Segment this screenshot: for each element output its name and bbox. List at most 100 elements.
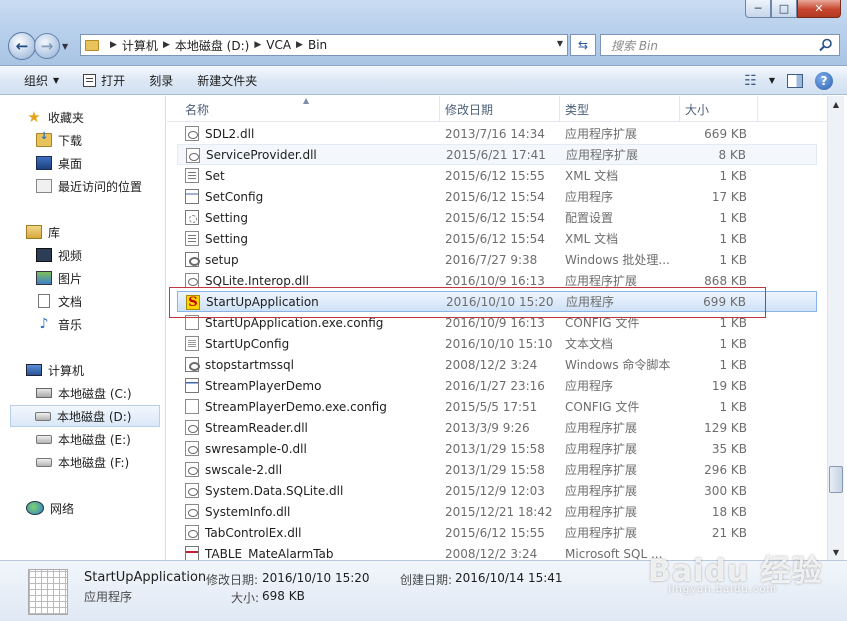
file-row[interactable]: StreamPlayerDemo.exe.config 2015/5/5 17:5…	[177, 396, 817, 417]
address-bar[interactable]: ▶ 计算机 ▶ 本地磁盘 (D:) ▶ VCA ▶ Bin ▼	[80, 34, 568, 56]
forward-button[interactable]: →	[34, 33, 60, 59]
chevron-right-icon[interactable]: ▶	[110, 40, 117, 50]
sidebar-item-label: 桌面	[58, 156, 83, 171]
preview-pane-icon[interactable]	[787, 73, 803, 88]
drive-icon	[36, 434, 52, 444]
sidebar-item-libraries[interactable]: 库	[26, 221, 60, 243]
sidebar-item-drive-d[interactable]: 本地磁盘 (D:)	[10, 405, 160, 427]
file-size: 300 KB	[704, 483, 747, 498]
file-row[interactable]: ServiceProvider.dll 2015/6/21 17:41 应用程序扩展…	[177, 144, 817, 165]
refresh-button[interactable]: ⇆	[570, 34, 596, 56]
vertical-scrollbar[interactable]: ▲ ▼	[827, 96, 844, 560]
breadcrumb-bin[interactable]: Bin	[308, 38, 327, 52]
chevron-right-icon[interactable]: ▶	[163, 40, 170, 50]
file-row[interactable]: TabControlEx.dll 2015/6/12 15:55 应用程序扩展 21 …	[177, 522, 817, 543]
open-button[interactable]: 打开	[71, 66, 137, 95]
back-button[interactable]: ←	[8, 32, 36, 60]
chevron-right-icon[interactable]: ▶	[254, 40, 261, 50]
sidebar-item-downloads[interactable]: 下载	[36, 129, 82, 151]
search-input[interactable]: 搜索 Bin	[600, 34, 840, 56]
burn-button[interactable]: 刻录	[137, 66, 185, 95]
details-created-label: 创建日期:	[400, 573, 453, 587]
help-icon[interactable]: ?	[815, 71, 833, 90]
search-icon[interactable]	[819, 38, 833, 52]
sidebar-item-network[interactable]: 网络	[26, 497, 74, 519]
file-row[interactable]: SystemInfo.dll 2015/12/21 18:42 应用程序扩展 18 K…	[177, 501, 817, 522]
file-row[interactable]: StreamPlayerDemo 2016/1/27 23:16 应用程序 19 KB	[177, 375, 817, 396]
file-name: setup	[205, 252, 239, 267]
address-dropdown-icon[interactable]: ▼	[557, 39, 563, 48]
column-header-name[interactable]: 名称	[179, 96, 209, 122]
maximize-button[interactable]: □	[771, 0, 797, 18]
file-size: 868 KB	[704, 273, 747, 288]
sidebar-item-drive-f[interactable]: 本地磁盘 (F:)	[36, 451, 129, 473]
sidebar-item-label: 本地磁盘 (E:)	[58, 432, 131, 447]
file-row[interactable]: SDL2.dll 2013/7/16 14:34 应用程序扩展 669 KB	[177, 123, 817, 144]
file-name: SystemInfo.dll	[205, 504, 291, 519]
new-folder-button[interactable]: 新建文件夹	[185, 66, 269, 95]
sidebar-item-desktop[interactable]: 桌面	[36, 152, 82, 174]
chevron-right-icon[interactable]: ▶	[296, 40, 303, 50]
scrollbar-thumb[interactable]	[829, 466, 843, 493]
file-modified-date: 2013/7/16 14:34	[445, 126, 545, 141]
file-row[interactable]: Setting 2015/6/12 15:54 配置设置 1 KB	[177, 207, 817, 228]
file-row[interactable]: swresample-0.dll 2013/1/29 15:58 应用程序扩展 35 …	[177, 438, 817, 459]
sidebar-item-pictures[interactable]: 图片	[36, 267, 82, 289]
file-name: Setting	[205, 210, 248, 225]
breadcrumb-drive-d[interactable]: 本地磁盘 (D:)	[175, 37, 249, 54]
file-row[interactable]: StreamReader.dll 2013/3/9 9:26 应用程序扩展 129 K…	[177, 417, 817, 438]
breadcrumb-computer[interactable]: 计算机	[122, 37, 158, 54]
file-row[interactable]: Set 2015/6/12 15:55 XML 文档 1 KB	[177, 165, 817, 186]
sidebar-item-drive-e[interactable]: 本地磁盘 (E:)	[36, 428, 131, 450]
column-divider[interactable]	[757, 96, 758, 122]
details-file-type: 应用程序	[84, 590, 133, 604]
file-type: XML 文档	[565, 232, 619, 246]
burn-label: 刻录	[149, 73, 174, 88]
file-row[interactable]: StartUpConfig 2016/10/10 15:10 文本文档 1 KB	[177, 333, 817, 354]
sidebar-item-label: 视频	[58, 248, 83, 263]
column-header-type[interactable]: 类型	[559, 96, 589, 122]
sidebar-item-label: 计算机	[48, 363, 85, 378]
file-row[interactable]: stopstartmssql 2008/12/2 3:24 Windows 命令脚本…	[177, 354, 817, 375]
file-type: 应用程序	[565, 190, 614, 204]
minimize-button[interactable]: ─	[745, 0, 771, 18]
view-options-icon[interactable]: ☷	[744, 73, 757, 89]
video-icon	[36, 248, 52, 262]
file-row[interactable]: System.Data.SQLite.dll 2015/12/9 12:03 应用程…	[177, 480, 817, 501]
file-name: swscale-2.dll	[205, 462, 283, 477]
forward-arrow-icon: →	[40, 37, 54, 55]
sidebar-item-favorites[interactable]: ★ 收藏夹	[26, 106, 84, 128]
file-modified-date: 2013/1/29 15:58	[445, 462, 545, 477]
scroll-up-icon[interactable]: ▲	[828, 96, 844, 112]
desktop-icon	[36, 156, 52, 170]
dll-file-icon	[185, 126, 199, 141]
organize-button[interactable]: 组织 ▼	[12, 66, 71, 95]
file-modified-date: 2015/6/12 15:55	[445, 168, 545, 183]
file-name: Set	[205, 168, 225, 183]
recent-pages-dropdown-icon[interactable]: ▼	[62, 42, 68, 51]
back-arrow-icon: ←	[15, 37, 29, 55]
file-row[interactable]: Setting 2015/6/12 15:54 XML 文档 1 KB	[177, 228, 817, 249]
sidebar-item-videos[interactable]: 视频	[36, 244, 82, 266]
file-size: 296 KB	[704, 462, 747, 477]
sidebar-item-music[interactable]: ♪ 音乐	[36, 313, 82, 335]
system-drive-icon	[36, 388, 52, 398]
column-header-size[interactable]: 大小	[679, 96, 709, 122]
file-modified-date: 2016/10/10 15:10	[445, 336, 553, 351]
watermark-url: jingyan.baidu.com	[668, 584, 778, 595]
sidebar-item-documents[interactable]: 文档	[36, 290, 82, 312]
file-modified-date: 2015/12/9 12:03	[445, 483, 545, 498]
sidebar-item-computer[interactable]: 计算机	[26, 359, 84, 381]
file-type: 文本文档	[565, 337, 614, 351]
file-row[interactable]: SetConfig 2015/6/12 15:54 应用程序 17 KB	[177, 186, 817, 207]
close-button[interactable]: ✕	[797, 0, 841, 18]
sidebar-item-recent[interactable]: 最近访问的位置	[36, 175, 142, 197]
file-name: System.Data.SQLite.dll	[205, 483, 344, 498]
breadcrumb-vca[interactable]: VCA	[266, 38, 291, 52]
view-dropdown-icon[interactable]: ▼	[769, 76, 775, 85]
file-row[interactable]: setup 2016/7/27 9:38 Windows 批处理... 1 KB	[177, 249, 817, 270]
column-header-modified[interactable]: 修改日期	[439, 96, 493, 122]
star-icon: ★	[27, 108, 41, 126]
sidebar-item-drive-c[interactable]: 本地磁盘 (C:)	[36, 382, 132, 404]
file-row[interactable]: swscale-2.dll 2013/1/29 15:58 应用程序扩展 296 KB	[177, 459, 817, 480]
